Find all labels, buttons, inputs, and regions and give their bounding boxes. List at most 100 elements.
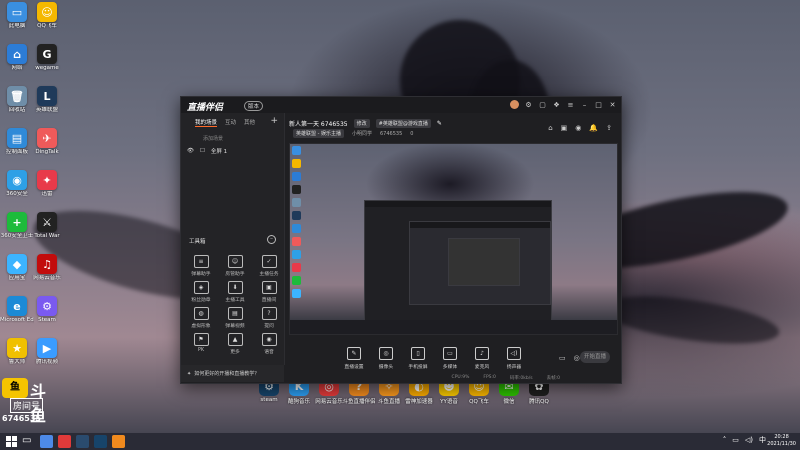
desktop-icon[interactable]: +360安全卫士	[0, 212, 34, 240]
tool-item[interactable]: ✓ 主播任务	[253, 255, 285, 277]
checkbox[interactable]: ☐	[200, 148, 205, 154]
start-live-button[interactable]: 开始直播	[580, 351, 610, 363]
desktop-icon[interactable]: ▭ 此电脑	[0, 2, 34, 30]
icon-label: 回收站	[8, 107, 26, 113]
app-icon: ◆	[7, 254, 27, 274]
close-icon[interactable]: ✕	[608, 100, 617, 109]
tool-item[interactable]: ◈ 粉丝勋章	[185, 281, 217, 303]
add-scene-button[interactable]: 添加场景	[203, 135, 223, 142]
tool-item[interactable]: ⚑ PK	[185, 333, 217, 353]
scene-name: 全屏 1	[210, 149, 228, 155]
toolbar-button[interactable]: ♪ 麦克风	[467, 346, 497, 370]
share-icon[interactable]: ⇪	[606, 124, 612, 132]
app-icon: ⌂	[7, 44, 27, 64]
maximize-icon[interactable]: □	[594, 100, 603, 109]
clock[interactable]: 20:28 2021/11/30	[767, 434, 796, 448]
camera-toggle-icon[interactable]: ▭	[559, 354, 566, 362]
desktop-icon[interactable]: ⚙ Steam	[30, 296, 64, 324]
tool-item[interactable]: ◉ 语音	[253, 333, 285, 355]
windows-start-icon[interactable]	[6, 436, 17, 447]
app-icon: ▤	[7, 128, 27, 148]
room-tag[interactable]: #英雄联盟@游戏直播	[375, 119, 431, 128]
desktop-icon[interactable]: ◉ 360安全	[0, 170, 34, 198]
tool-item[interactable]: ≡ 弹幕助手	[185, 255, 217, 277]
desktop-icon[interactable]: L 英雄联盟	[30, 86, 64, 114]
record-toggle-icon[interactable]: ◎	[574, 354, 580, 362]
toolbar-button[interactable]: ▯ 手机投屏	[403, 346, 433, 370]
tool-icon: ◈	[193, 281, 209, 294]
input-method-icon[interactable]: 中	[759, 435, 766, 445]
edit-icon[interactable]: ✎	[437, 120, 442, 127]
scene-item[interactable]: 👁 ☐ 全屏 1	[187, 147, 227, 155]
settings-icon[interactable]: ⚙	[524, 100, 533, 109]
task-view-icon[interactable]: ▭	[22, 435, 35, 448]
icon-label: 鲁大师	[8, 359, 26, 365]
tool-icon: ⬇	[227, 281, 243, 294]
streamer-name: 小明同学	[351, 131, 372, 137]
taskbar-app-3[interactable]	[76, 435, 89, 448]
icon-label: QQ飞车	[469, 399, 489, 405]
desktop-icon[interactable]: ▶ 腾讯视频	[30, 338, 64, 366]
stream-preview[interactable]	[289, 143, 618, 335]
collapse-icon[interactable]: –	[267, 235, 276, 244]
taskbar-app-active[interactable]	[112, 435, 125, 448]
tab-scenes[interactable]: 我的场景	[195, 118, 218, 127]
bell-icon[interactable]: 🔔	[589, 124, 598, 132]
lock-icon[interactable]: ⌂	[548, 124, 552, 132]
desktop-icon[interactable]: ⚔ Total War	[30, 212, 64, 240]
chevron-up-icon[interactable]: ˄	[723, 436, 727, 444]
minimize-icon[interactable]: –	[580, 100, 589, 109]
icon-label: 网易云音乐	[315, 399, 343, 405]
avatar[interactable]	[510, 100, 519, 109]
desktop-icon[interactable]: ◆ 应用宝	[0, 254, 34, 282]
gift-icon[interactable]: ❖	[552, 100, 561, 109]
tool-item[interactable]: ▣ 直播间	[253, 281, 285, 303]
screen-icon[interactable]: ▣	[561, 124, 568, 132]
bulb-icon: ✦	[187, 370, 192, 377]
tool-item[interactable]: ▤ 弹幕视频	[219, 307, 251, 329]
network-icon[interactable]: ▭	[732, 436, 739, 444]
desktop-icon[interactable]: ★ 鲁大师	[0, 338, 34, 366]
toolbar-button[interactable]: ▭ 多媒体	[435, 346, 465, 370]
toolbar-button[interactable]: ✎ 直播设置	[339, 346, 369, 370]
desktop-icon[interactable]: 🗑 回收站	[0, 86, 34, 114]
toolbar-button[interactable]: ◎ 摄像头	[371, 346, 401, 370]
tool-item[interactable]: ◍ 虚拟形象	[185, 307, 217, 329]
tool-item[interactable]: ? 提问	[253, 307, 285, 329]
tab-other[interactable]: 其他	[244, 118, 255, 127]
tutorial-notice[interactable]: ✦ 如何更好的开播和直播教学？	[181, 365, 284, 382]
taskbar-app-2[interactable]	[58, 435, 71, 448]
tab-interaction[interactable]: 互动	[225, 118, 236, 127]
desktop-icon[interactable]: Gwegame	[30, 44, 64, 72]
live-companion-window[interactable]: 直播伴侣 版本 ⚙ ▢ ❖ ≡ – □ ✕ 我的场景 互动 其他 + 添加场景 …	[180, 96, 622, 384]
add-icon[interactable]: +	[270, 116, 278, 126]
desktop-icon[interactable]: ✈ DingTalk	[30, 128, 64, 156]
tool-icon: ?	[261, 307, 277, 320]
toolbar-button[interactable]: ◁) 扬声器	[499, 346, 529, 370]
version-badge[interactable]: 版本	[244, 101, 264, 111]
app-icon: ◉	[7, 170, 27, 190]
app-icon: ▶	[37, 338, 57, 358]
desktop-icon[interactable]: ♫ 网易云音乐	[30, 254, 64, 282]
category[interactable]: 英雄联盟 - 娱乐主播	[293, 129, 344, 138]
desktop-icon[interactable]: ▤ 控制面板	[0, 128, 34, 156]
edit-title-button[interactable]: 修改	[353, 119, 370, 128]
tool-item[interactable]: ⬇ 主播工具	[219, 281, 251, 303]
desktop-icon[interactable]: ✦ 迅雷	[30, 170, 64, 198]
tool-icon: ▲	[227, 333, 243, 346]
tool-item[interactable]: ▲ 更多	[219, 333, 251, 355]
desktop-icon[interactable]: ☺ QQ飞车	[30, 2, 64, 30]
taskbar-app-1[interactable]	[40, 435, 53, 448]
tool-item[interactable]: ☺ 房管助手	[219, 255, 251, 277]
taskbar-app-4[interactable]	[94, 435, 107, 448]
record-icon[interactable]: ◉	[575, 124, 581, 132]
app-icon: ♫	[37, 254, 57, 274]
menu-icon[interactable]: ≡	[566, 100, 575, 109]
window-titlebar[interactable]: 直播伴侣 版本 ⚙ ▢ ❖ ≡ – □ ✕	[181, 97, 621, 113]
tool-label: 更多	[230, 350, 240, 355]
desktop-icon[interactable]: ⌂ 网络	[0, 44, 34, 72]
eye-icon[interactable]: 👁	[187, 148, 194, 154]
message-icon[interactable]: ▢	[538, 100, 547, 109]
volume-icon[interactable]: ◁)	[745, 436, 753, 444]
desktop-icon[interactable]: eMicrosoft Edge	[0, 296, 34, 324]
